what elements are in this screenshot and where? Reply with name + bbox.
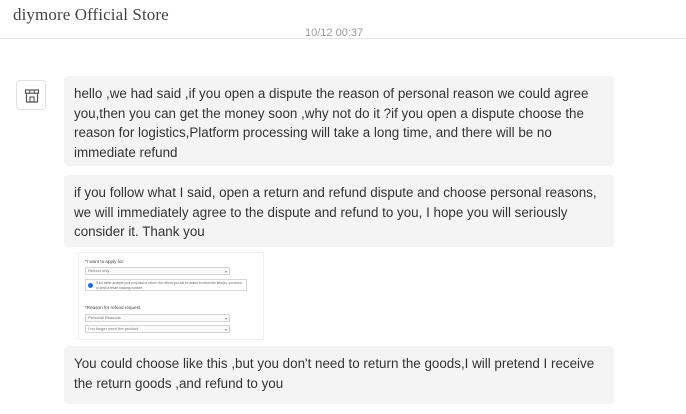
seller-avatar[interactable] xyxy=(16,80,46,110)
reason-select: Personal Reasons ▾ xyxy=(85,314,230,322)
chevron-down-icon: ▾ xyxy=(224,327,227,332)
message-text: hello ,we had said ,if you open a disput… xyxy=(74,86,589,160)
message-text: if you follow what I said, open a return… xyxy=(74,185,597,239)
message-image[interactable]: *I want to apply for: Refund only ▾ If t… xyxy=(78,252,264,340)
message-bubble: if you follow what I said, open a return… xyxy=(64,175,614,247)
info-icon xyxy=(88,283,93,288)
message-timestamp: 10/12 00:37 xyxy=(305,27,364,38)
detail-value: I no longer need the product xyxy=(88,326,139,331)
message-text: You could choose like this ,but you don'… xyxy=(74,356,595,391)
reason-label: *Reason for refund request xyxy=(85,305,141,310)
notice-box: If the seller accepts your proposal or r… xyxy=(85,279,247,291)
reason-value: Personal Reasons xyxy=(88,315,121,320)
apply-select: Refund only ▾ xyxy=(85,267,230,275)
chevron-down-icon: ▾ xyxy=(224,269,227,274)
notice-text: If the seller accepts your proposal or r… xyxy=(96,281,242,290)
apply-label: *I want to apply for: xyxy=(85,259,125,264)
store-icon xyxy=(24,89,40,103)
apply-value: Refund only xyxy=(88,268,110,273)
store-name[interactable]: diymore Official Store xyxy=(13,5,169,25)
chevron-down-icon: ▾ xyxy=(224,316,227,321)
message-bubble: hello ,we had said ,if you open a disput… xyxy=(64,76,614,166)
message-bubble: You could choose like this ,but you don'… xyxy=(64,346,614,404)
detail-select: I no longer need the product ▾ xyxy=(85,325,230,333)
